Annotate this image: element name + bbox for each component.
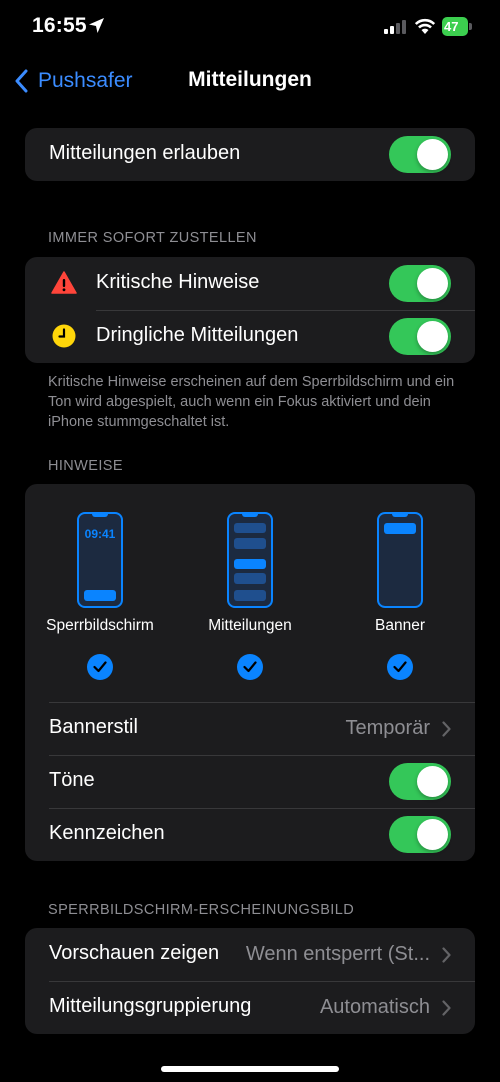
lock-screen-appearance-group: Vorschauen zeigen Wenn entsperrt (St... …	[25, 928, 475, 1034]
notification-center-preview[interactable]	[227, 512, 273, 608]
checkmark-icon	[93, 661, 107, 673]
time-sensitive-toggle[interactable]	[389, 318, 451, 355]
sounds-toggle[interactable]	[389, 763, 451, 800]
allow-notifications-row: Mitteilungen erlauben	[25, 128, 475, 181]
status-bar: 16:55 47	[0, 0, 500, 56]
notification-center-checkmark[interactable]	[237, 654, 263, 680]
clock-icon	[52, 324, 76, 348]
alerts-group: 09:41 Sperrbildschirm Mitteilungen Banne…	[25, 484, 475, 861]
sounds-label: Töne	[49, 769, 95, 791]
banner-style-label: Bannerstil	[49, 716, 138, 738]
immediate-delivery-header: IMMER SOFORT ZUSTELLEN	[48, 230, 257, 246]
lock-screen-label: Sperrbildschirm	[46, 617, 154, 634]
chevron-right-icon	[442, 721, 451, 737]
sounds-row: Töne	[25, 755, 475, 808]
show-previews-label: Vorschauen zeigen	[49, 942, 220, 964]
lock-screen-preview-time: 09:41	[84, 527, 116, 541]
badges-toggle[interactable]	[389, 816, 451, 853]
banner-style-row[interactable]: Bannerstil Temporär	[25, 702, 475, 755]
banner-label: Banner	[375, 617, 425, 634]
cellular-signal-icon	[384, 20, 406, 34]
notification-center-label: Mitteilungen	[208, 617, 292, 634]
critical-alerts-label: Kritische Hinweise	[96, 271, 260, 293]
immediate-delivery-group: Kritische Hinweise Dringliche Mitteilung…	[25, 257, 475, 363]
banner-checkmark[interactable]	[387, 654, 413, 680]
critical-alerts-toggle[interactable]	[389, 265, 451, 302]
status-time: 16:55	[32, 14, 87, 37]
warning-icon	[51, 271, 77, 294]
banner-preview[interactable]	[377, 512, 423, 608]
allow-notifications-group: Mitteilungen erlauben	[25, 128, 475, 181]
wifi-icon	[414, 18, 436, 34]
battery-level: 47	[442, 17, 468, 36]
allow-notifications-toggle[interactable]	[389, 136, 451, 173]
chevron-right-icon	[442, 1000, 451, 1016]
lock-screen-appearance-header: SPERRBILDSCHIRM-ERSCHEINUNGSBILD	[48, 902, 355, 918]
allow-notifications-label: Mitteilungen erlauben	[49, 142, 241, 164]
lock-screen-preview[interactable]: 09:41	[77, 512, 123, 608]
chevron-right-icon	[442, 947, 451, 963]
banner-style-value: Temporär	[345, 717, 430, 739]
show-previews-value: Wenn entsperrt (St...	[245, 943, 430, 965]
checkmark-icon	[393, 661, 407, 673]
page-title: Mitteilungen	[188, 68, 312, 91]
location-arrow-icon	[89, 18, 104, 33]
badges-row: Kennzeichen	[25, 808, 475, 861]
checkmark-icon	[243, 661, 257, 673]
navigation-bar: Pushsafer Mitteilungen	[0, 56, 500, 104]
notification-grouping-value: Automatisch	[319, 996, 430, 1018]
home-indicator[interactable]	[161, 1066, 339, 1072]
show-previews-row[interactable]: Vorschauen zeigen Wenn entsperrt (St...	[25, 928, 475, 981]
badges-label: Kennzeichen	[49, 822, 165, 844]
notification-grouping-row[interactable]: Mitteilungsgruppierung Automatisch	[25, 981, 475, 1034]
alerts-header: HINWEISE	[48, 458, 123, 474]
critical-alerts-row: Kritische Hinweise	[25, 257, 475, 310]
critical-alerts-footnote: Kritische Hinweise erscheinen auf dem Sp…	[48, 374, 455, 430]
time-sensitive-row: Dringliche Mitteilungen	[25, 310, 475, 363]
lock-screen-checkmark[interactable]	[87, 654, 113, 680]
time-sensitive-label: Dringliche Mitteilungen	[96, 324, 299, 346]
battery-icon: 47	[442, 17, 472, 36]
notification-grouping-label: Mitteilungsgruppierung	[49, 995, 252, 1017]
